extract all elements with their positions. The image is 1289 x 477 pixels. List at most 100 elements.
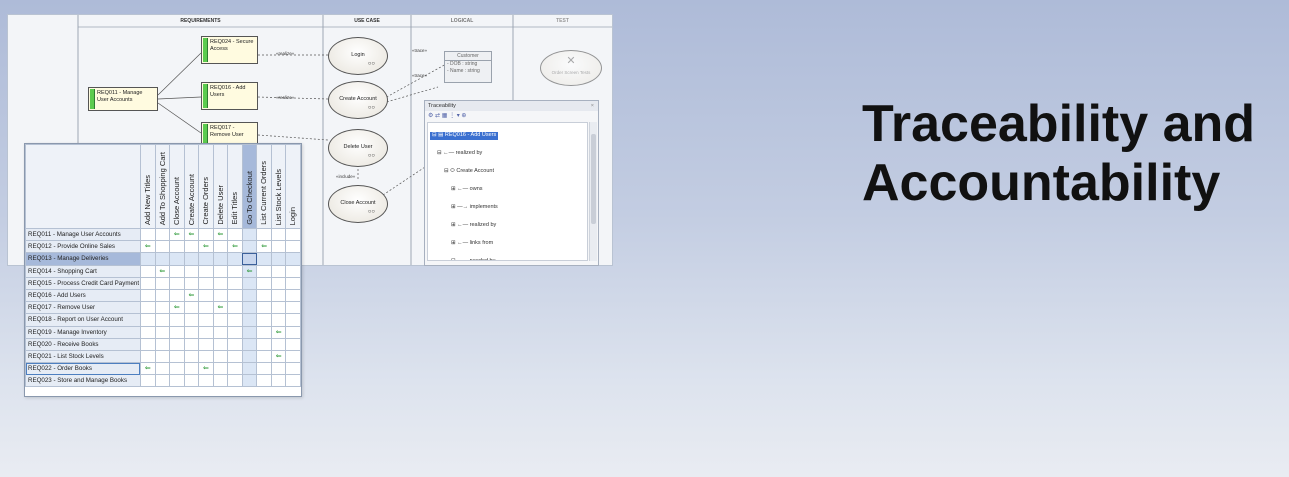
matrix-cell[interactable] (212, 276, 229, 290)
class-customer[interactable]: Customer - DOB : string - Name : string (444, 51, 492, 83)
matrix-cell[interactable] (139, 227, 156, 242)
matrix-row[interactable]: REQ021 - List Stock Levels ⇐ (25, 349, 301, 364)
matrix-cell[interactable] (241, 252, 258, 266)
matrix-cell[interactable] (227, 301, 243, 315)
usecase-create-account[interactable]: Create Account ○○ (328, 81, 388, 119)
scrollbar-thumb[interactable] (591, 134, 596, 224)
matrix-cell[interactable] (169, 288, 185, 303)
matrix-cell[interactable] (154, 362, 171, 376)
matrix-cell[interactable] (198, 349, 214, 364)
matrix-cell[interactable] (198, 252, 214, 266)
matrix-cell[interactable] (256, 276, 272, 290)
matrix-column-header[interactable]: Delete User (212, 144, 229, 229)
matrix-cell[interactable] (212, 349, 229, 364)
matrix-cell[interactable] (227, 313, 243, 327)
matrix-cell[interactable] (198, 325, 214, 339)
matrix-cell[interactable] (139, 349, 156, 364)
matrix-cell[interactable] (212, 313, 229, 327)
matrix-column-header[interactable]: Login (285, 144, 301, 229)
matrix-column-header[interactable]: Add New Titles (139, 144, 156, 229)
matrix-cell[interactable] (270, 252, 287, 266)
matrix-row-label[interactable]: REQ022 - Order Books (25, 362, 141, 376)
traceability-panel[interactable]: Traceability × ⚙ ⇄ ▦ ⋮ ▾ ⊕ ⊟ ▤ REQ016 - … (424, 100, 599, 266)
traceability-toolbar[interactable]: ⚙ ⇄ ▦ ⋮ ▾ ⊕ (425, 111, 598, 121)
matrix-cell[interactable] (270, 374, 287, 388)
matrix-row[interactable]: REQ022 - Order Books ⇐ ⇐ (25, 362, 301, 376)
matrix-cell[interactable] (183, 264, 200, 278)
matrix-cell[interactable] (256, 337, 272, 351)
tree-node[interactable]: ⊟ ⬭ Create Account (428, 159, 587, 177)
matrix-cell[interactable] (285, 288, 301, 303)
matrix-row-label[interactable]: REQ016 - Add Users (25, 288, 141, 303)
matrix-cell[interactable] (227, 252, 243, 266)
matrix-cell[interactable] (169, 325, 185, 339)
matrix-cell[interactable] (256, 301, 272, 315)
matrix-cell[interactable] (212, 337, 229, 351)
test-order-screen[interactable]: ✕ Order Screen Tests (540, 50, 602, 86)
matrix-cell[interactable] (154, 252, 171, 266)
close-icon[interactable]: × (591, 101, 594, 111)
matrix-cell[interactable] (154, 337, 171, 351)
matrix-column-header[interactable]: Edit Titles (227, 144, 243, 229)
matrix-cell[interactable] (139, 252, 156, 266)
matrix-cell[interactable] (169, 264, 185, 278)
matrix-cell[interactable] (198, 374, 214, 388)
matrix-cell[interactable] (183, 276, 200, 290)
matrix-cell[interactable] (198, 288, 214, 303)
matrix-cell[interactable] (169, 252, 185, 266)
matrix-cell[interactable] (256, 313, 272, 327)
matrix-row-label[interactable]: REQ019 - Manage Inventory (25, 325, 141, 339)
matrix-cell[interactable] (285, 325, 301, 339)
matrix-cell[interactable] (169, 374, 185, 388)
traceability-tree[interactable]: ⊟ ▤ REQ016 - Add Users ⊟ ←— realized by ⊟ … (427, 122, 588, 261)
matrix-cell[interactable] (154, 325, 171, 339)
matrix-cell[interactable]: ⇐ (139, 240, 156, 254)
matrix-cell[interactable]: ⇐ (169, 301, 185, 315)
matrix-cell[interactable] (270, 276, 287, 290)
tree-node[interactable]: ⊞ —→ implements (428, 195, 587, 213)
matrix-cell[interactable] (270, 288, 287, 303)
matrix-column-header[interactable]: List Current Orders (256, 144, 272, 229)
matrix-row[interactable]: REQ017 - Remove User ⇐ ⇐ (25, 301, 301, 315)
matrix-row-label[interactable]: REQ017 - Remove User (25, 301, 141, 315)
matrix-cell[interactable]: ⇐ (212, 301, 229, 315)
matrix-cell[interactable] (198, 276, 214, 290)
matrix-cell[interactable] (198, 227, 214, 242)
matrix-cell[interactable] (227, 374, 243, 388)
matrix-cell[interactable] (139, 264, 156, 278)
matrix-row-label[interactable]: REQ021 - List Stock Levels (25, 349, 141, 364)
matrix-cell[interactable] (212, 374, 229, 388)
matrix-cell[interactable] (139, 374, 156, 388)
matrix-cell[interactable]: ⇐ (198, 240, 214, 254)
matrix-cell[interactable] (154, 301, 171, 315)
matrix-column-header[interactable]: Close Account (169, 144, 185, 229)
matrix-cell[interactable]: ⇐ (198, 362, 214, 376)
usecase-delete-user[interactable]: Delete User ○○ (328, 129, 388, 167)
traceability-scrollbar[interactable] (589, 122, 597, 261)
matrix-cell[interactable] (169, 313, 185, 327)
matrix-cell[interactable] (256, 264, 272, 278)
matrix-cell[interactable] (270, 264, 287, 278)
matrix-column-header[interactable]: List Stock Levels (270, 144, 287, 229)
matrix-cell[interactable] (183, 252, 200, 266)
matrix-cell[interactable] (227, 227, 243, 242)
matrix-cell[interactable] (270, 240, 287, 254)
matrix-cell[interactable]: ⇐ (227, 240, 243, 254)
matrix-cell[interactable] (139, 276, 156, 290)
matrix-cell[interactable] (241, 288, 258, 303)
matrix-row[interactable]: REQ013 - Manage Deliveries (25, 252, 301, 266)
matrix-cell[interactable] (154, 349, 171, 364)
matrix-cell[interactable] (241, 325, 258, 339)
tree-node[interactable]: ⊞ ←— realized by (428, 213, 587, 231)
usecase-login[interactable]: Login ○○ (328, 37, 388, 75)
matrix-cell[interactable] (241, 349, 258, 364)
matrix-row-label[interactable]: REQ014 - Shopping Cart (25, 264, 141, 278)
matrix-cell[interactable]: ⇐ (139, 362, 156, 376)
matrix-cell[interactable] (139, 301, 156, 315)
matrix-cell[interactable] (256, 227, 272, 242)
matrix-cell[interactable] (227, 276, 243, 290)
matrix-cell[interactable]: ⇐ (241, 264, 258, 278)
matrix-cell[interactable] (139, 325, 156, 339)
matrix-cell[interactable] (241, 337, 258, 351)
matrix-cell[interactable] (285, 313, 301, 327)
